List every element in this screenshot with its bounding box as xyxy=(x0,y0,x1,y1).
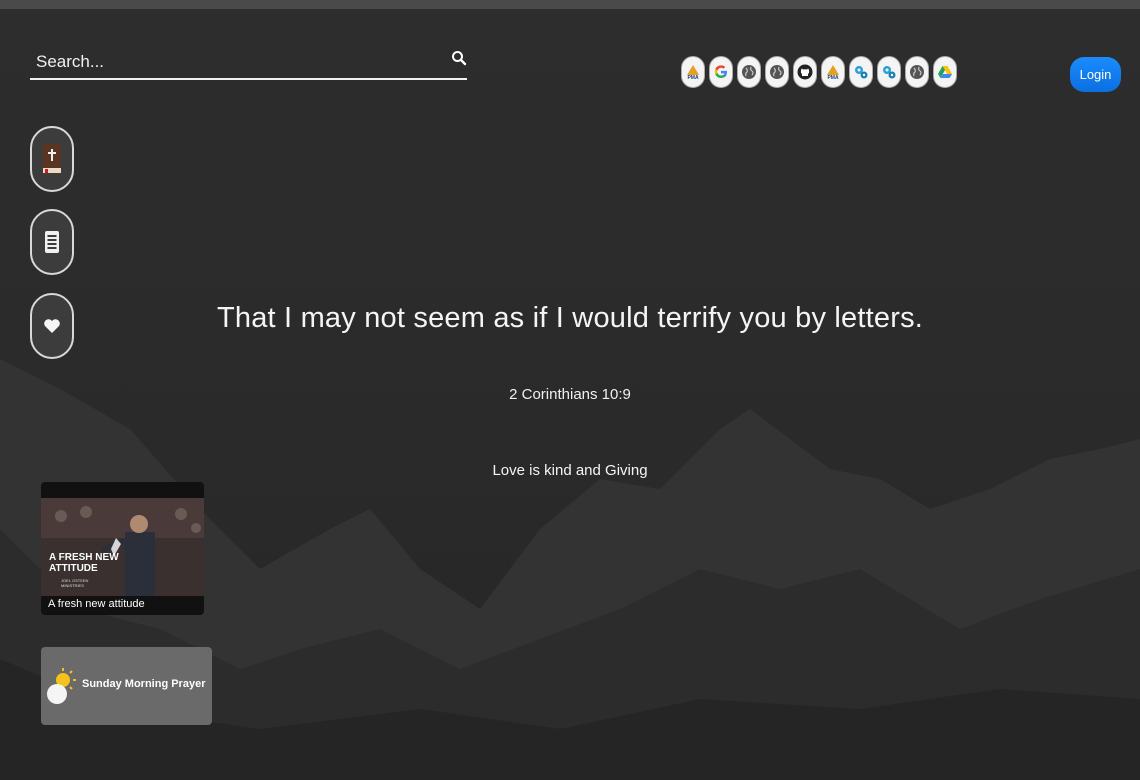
search-bar xyxy=(30,44,467,80)
video-card[interactable]: A FRESH NEW ATTITUDE JOEL OSTEEN MINISTR… xyxy=(41,482,204,615)
bible-icon xyxy=(43,144,61,174)
video-caption: A fresh new attitude xyxy=(48,598,145,610)
search-input[interactable] xyxy=(36,50,436,74)
google-drive-icon xyxy=(938,66,952,78)
quick-links: PMA PMA xyxy=(681,56,957,88)
bible-button[interactable] xyxy=(30,126,74,192)
verse-reference: 2 Corinthians 10:9 xyxy=(509,386,631,403)
quicklink-pma[interactable]: PMA xyxy=(681,56,705,88)
weather-icon xyxy=(47,668,76,704)
globe-icon xyxy=(910,65,924,79)
svg-text:PMA: PMA xyxy=(827,75,839,81)
pma-icon: PMA xyxy=(827,65,839,81)
quicklink-globe-3[interactable] xyxy=(905,56,929,88)
quicklink-github[interactable] xyxy=(793,56,817,88)
notes-button[interactable] xyxy=(30,209,74,275)
quicklink-pma-2[interactable]: PMA xyxy=(821,56,845,88)
quicklink-globe-1[interactable] xyxy=(737,56,761,88)
tagline: Love is kind and Giving xyxy=(492,462,648,479)
google-icon xyxy=(714,65,727,78)
login-button[interactable]: Login xyxy=(1070,57,1121,92)
search-icon[interactable] xyxy=(451,50,467,66)
quicklink-gears-1[interactable] xyxy=(849,56,873,88)
gears-icon xyxy=(855,66,868,79)
quicklink-google[interactable] xyxy=(709,56,733,88)
quicklink-google-drive[interactable] xyxy=(933,56,957,88)
quicklink-gears-2[interactable] xyxy=(877,56,901,88)
globe-icon xyxy=(742,65,756,79)
gears-icon xyxy=(883,66,896,79)
pma-icon: PMA xyxy=(687,65,699,81)
github-icon xyxy=(797,64,813,80)
svg-text:PMA: PMA xyxy=(687,75,699,81)
prayer-card[interactable]: Sunday Morning Prayer xyxy=(41,647,212,725)
globe-icon xyxy=(770,65,784,79)
notes-icon xyxy=(45,231,59,253)
quicklink-globe-2[interactable] xyxy=(765,56,789,88)
top-strip xyxy=(0,0,1140,9)
verse-text: That I may not seem as if I would terrif… xyxy=(216,302,924,334)
video-thumb-title: A FRESH NEW ATTITUDE xyxy=(49,552,119,574)
video-thumb-logo: JOEL OSTEEN MINISTRIES xyxy=(61,578,89,588)
prayer-title: Sunday Morning Prayer xyxy=(82,678,206,690)
